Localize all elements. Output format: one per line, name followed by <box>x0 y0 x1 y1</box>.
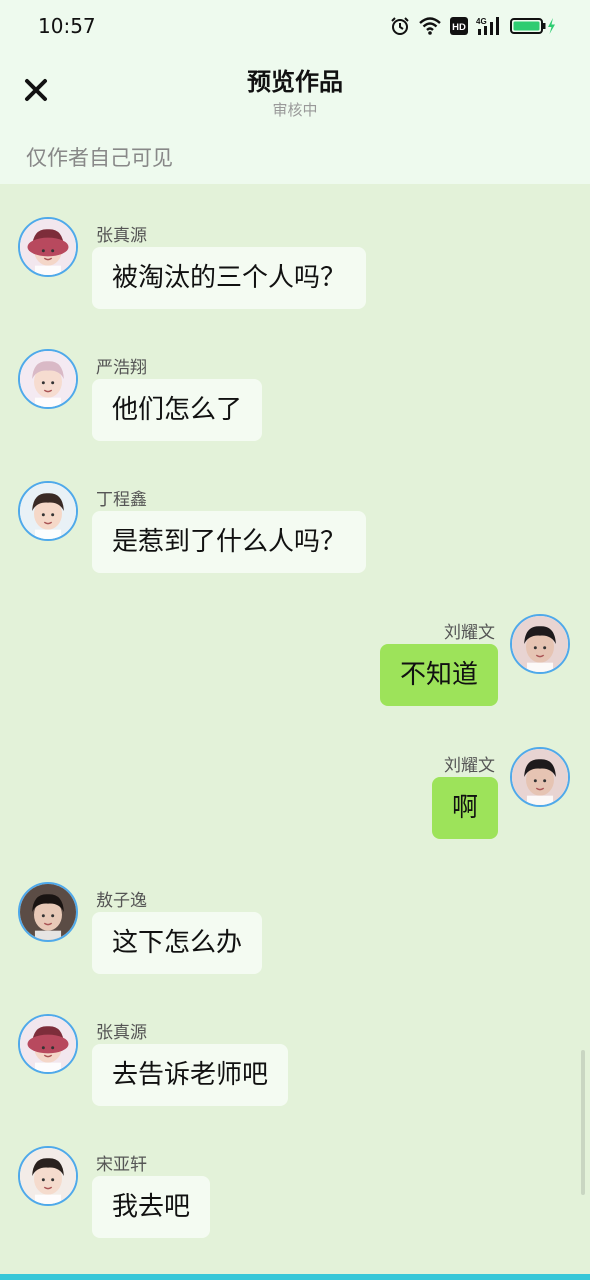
chat-area[interactable]: 张真源 被淘汰的三个人吗？ 严浩翔 他们怎么了 丁程鑫 是惹到了什么人吗？ 刘耀… <box>0 184 590 1274</box>
message-bubble[interactable]: 啊 <box>431 777 498 839</box>
top-bar: 10:57 HD 4G 预览作品 审核中 仅作者自己可见 <box>0 0 590 184</box>
sender-name: 严浩翔 <box>96 358 147 378</box>
page-title: 预览作品 <box>247 68 343 96</box>
visibility-note: 仅作者自己可见 <box>26 146 173 170</box>
avatar[interactable] <box>18 1146 78 1206</box>
status-time: 10:57 <box>38 14 96 38</box>
avatar[interactable] <box>18 217 78 277</box>
nav-bar: 预览作品 审核中 <box>0 52 590 132</box>
avatar[interactable] <box>18 1014 78 1074</box>
message-bubble[interactable]: 被淘汰的三个人吗？ <box>92 247 367 309</box>
message-bubble[interactable]: 不知道 <box>379 644 498 706</box>
message-bubble[interactable]: 去告诉老师吧 <box>92 1044 289 1106</box>
sender-name: 刘耀文 <box>444 756 495 776</box>
avatar[interactable] <box>510 614 570 674</box>
hd-label: HD <box>452 22 466 33</box>
avatar[interactable] <box>510 747 570 807</box>
hd-icon: HD <box>450 17 468 35</box>
message-bubble[interactable]: 这下怎么办 <box>92 912 263 974</box>
message-bubble[interactable]: 是惹到了什么人吗？ <box>92 511 367 573</box>
message-bubble[interactable]: 他们怎么了 <box>92 379 263 441</box>
review-status: 审核中 <box>272 101 318 119</box>
avatar[interactable] <box>18 349 78 409</box>
avatar[interactable] <box>18 882 78 942</box>
scrollbar[interactable] <box>581 1050 585 1195</box>
sender-name: 张真源 <box>96 1023 147 1043</box>
sender-name: 敖子逸 <box>96 891 147 911</box>
sender-name: 丁程鑫 <box>96 490 147 510</box>
alarm-icon <box>391 17 409 35</box>
bottom-strip <box>0 1274 590 1280</box>
message-bubble[interactable]: 我去吧 <box>92 1176 211 1238</box>
sender-name: 张真源 <box>96 226 147 246</box>
avatar[interactable] <box>18 481 78 541</box>
network-label: 4G <box>476 17 487 26</box>
wifi-icon <box>419 17 441 35</box>
status-bar: 10:57 HD 4G <box>0 0 590 52</box>
sender-name: 宋亚轩 <box>96 1155 147 1175</box>
battery-charging-icon <box>510 18 555 34</box>
4g-signal-icon: 4G <box>476 17 499 35</box>
sender-name: 刘耀文 <box>444 623 495 643</box>
status-icons: HD 4G <box>390 14 556 38</box>
